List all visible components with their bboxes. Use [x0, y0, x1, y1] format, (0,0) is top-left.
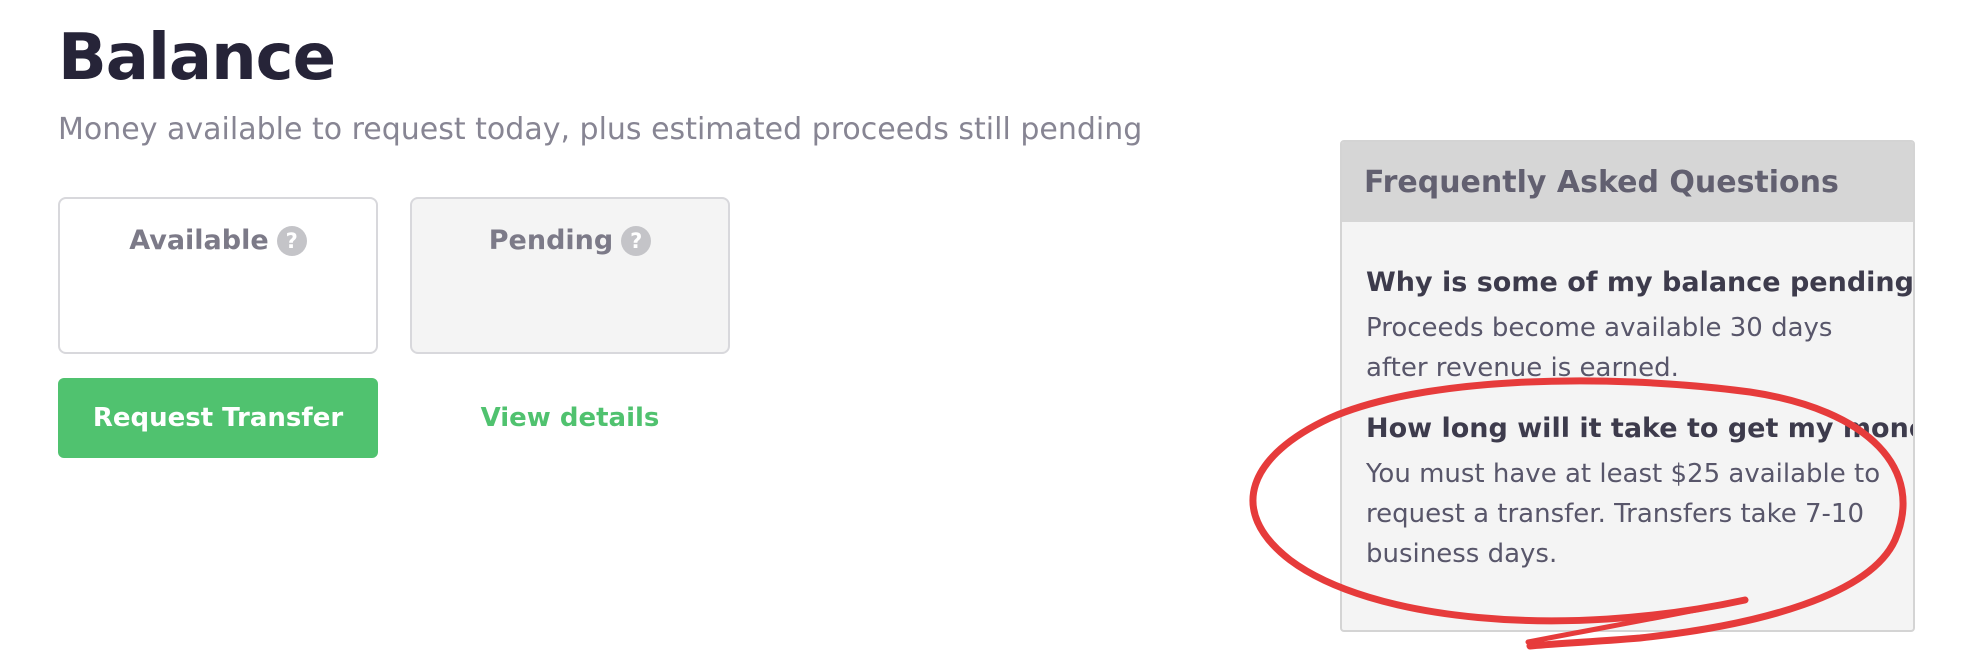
available-label-row: Available ?: [60, 225, 376, 256]
pending-label-row: Pending ?: [412, 225, 728, 256]
faq-question: Why is some of my balance pending?: [1366, 267, 1915, 298]
view-details-link[interactable]: View details: [410, 378, 730, 458]
faq-item: How long will it take to get my money? Y…: [1366, 410, 1915, 574]
faq-title: Frequently Asked Questions: [1342, 142, 1913, 222]
faq-panel: Frequently Asked Questions Why is some o…: [1340, 140, 1915, 632]
available-balance-card: Available ?: [58, 197, 378, 354]
available-help-icon[interactable]: ?: [276, 225, 307, 256]
available-label: Available: [129, 225, 269, 256]
pending-label: Pending: [488, 225, 614, 256]
page-subtitle: Money available to request today, plus e…: [58, 112, 1143, 147]
faq-item: Why is some of my balance pending? Proce…: [1366, 264, 1915, 388]
faq-question: How long will it take to get my money?: [1366, 413, 1915, 444]
balance-page: Balance Money available to request today…: [0, 0, 1984, 670]
page-title: Balance: [58, 21, 336, 95]
pending-balance-card: Pending ?: [410, 197, 730, 354]
request-transfer-button[interactable]: Request Transfer: [58, 378, 378, 458]
pending-help-icon[interactable]: ?: [621, 225, 652, 256]
faq-body: Why is some of my balance pending? Proce…: [1342, 222, 1913, 574]
faq-answer: Proceeds become available 30 days after …: [1366, 313, 1833, 383]
faq-answer: You must have at least $25 available to …: [1366, 459, 1881, 569]
